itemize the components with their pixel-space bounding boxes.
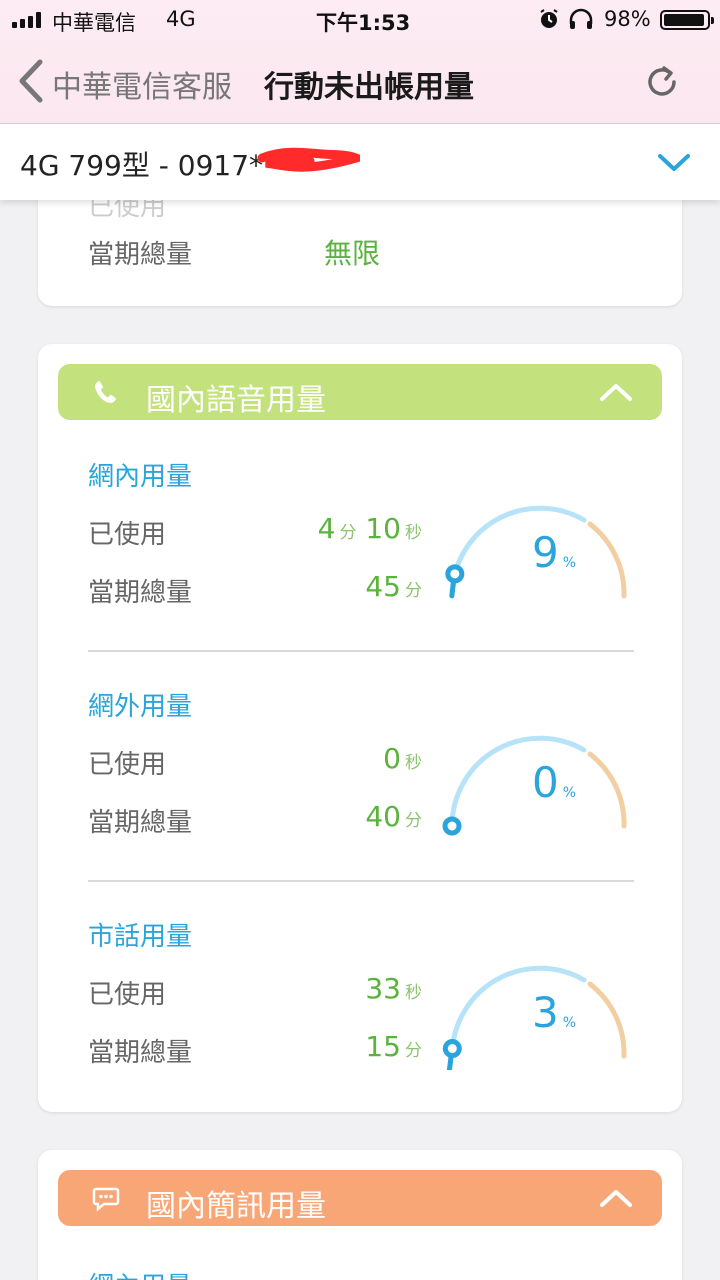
used-label: 已使用 — [88, 750, 167, 780]
voice-usage-card: 國內語音用量 網內用量 已使用 當期總量 4 分 10 秒 45 分 9% 網外用量 已使用 當期總… — [38, 344, 682, 1112]
carrier-name: 中華電信 — [52, 11, 136, 35]
redaction-scribble — [257, 147, 360, 172]
section-divider — [88, 650, 634, 652]
chevron-up-icon[interactable] — [598, 380, 634, 404]
nav-bar: 中華電信客服 行動未出帳用量 — [0, 44, 720, 120]
phone-icon — [95, 381, 116, 403]
chevron-down-icon[interactable] — [656, 148, 692, 176]
sub-section-title: 網內用量 — [88, 462, 193, 492]
used-value: 33 秒 — [365, 972, 422, 1005]
refresh-icon[interactable] — [642, 62, 682, 102]
app-header: 中華電信 4G 下午1:53 98% 中華電信客服 行動未出帳用量 — [0, 0, 720, 124]
clock: 下午1:53 — [316, 11, 411, 35]
back-chevron-icon[interactable] — [12, 56, 52, 106]
used-label: 已使用 — [88, 980, 167, 1010]
status-bar: 中華電信 4G 下午1:53 98% — [0, 0, 720, 40]
sms-usage-card: 國內簡訊用量 網內用量 — [38, 1150, 682, 1280]
total-value: 15 分 — [365, 1030, 422, 1063]
network-type: 4G — [166, 7, 196, 31]
gauge-needle — [442, 1039, 462, 1070]
chat-icon — [92, 1187, 120, 1212]
total-label: 當期總量 — [88, 1038, 193, 1068]
total-label: 當期總量 — [88, 808, 193, 838]
voice-section-header[interactable]: 國內語音用量 — [58, 364, 662, 420]
total-label: 當期總量 — [88, 578, 193, 608]
usage-percent: 9% — [531, 528, 576, 577]
gauge-needle — [442, 816, 462, 836]
sub-section-title: 網外用量 — [88, 692, 193, 722]
usage-percent: 3% — [531, 988, 576, 1037]
chevron-up-icon[interactable] — [598, 1186, 634, 1210]
battery-icon — [660, 10, 714, 30]
total-value: 45 分 — [365, 570, 422, 603]
sub-section-title: 網內用量 — [88, 1266, 192, 1280]
sms-section-header[interactable]: 國內簡訊用量 — [58, 1170, 662, 1226]
used-label: 已使用 — [88, 520, 167, 550]
sub-section-title: 市話用量 — [88, 922, 193, 952]
battery-percent: 98% — [604, 7, 651, 31]
headphones-icon — [569, 8, 593, 29]
section-divider — [88, 880, 634, 882]
section-title: 國內語音用量 — [146, 383, 326, 418]
total-label: 當期總量 — [88, 240, 193, 270]
used-value: 0秒 — [383, 742, 422, 775]
used-value: 4分 10 秒 — [317, 512, 422, 545]
account-selector[interactable]: 4G 799型 - 0917* — [0, 124, 720, 200]
total-value: 無限 — [324, 237, 381, 270]
usage-percent: 0% — [531, 758, 576, 807]
back-button[interactable]: 中華電信客服 — [52, 62, 232, 106]
account-label: 4G 799型 - 0917* — [20, 149, 264, 182]
alarm-icon — [540, 9, 558, 28]
total-value: 40 分 — [365, 800, 422, 833]
page-title: 行動未出帳用量 — [264, 70, 474, 105]
section-title: 國內簡訊用量 — [146, 1189, 326, 1224]
